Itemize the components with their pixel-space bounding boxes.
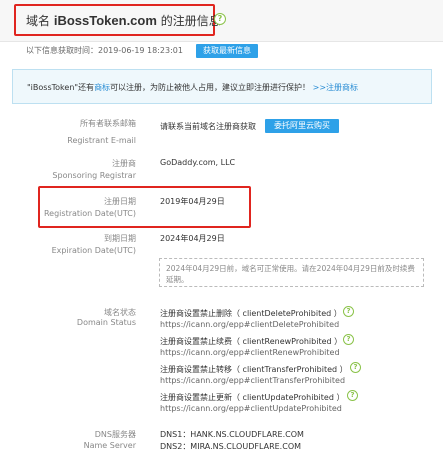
exp-date-value: 2024年04月29日 [160, 234, 225, 243]
status-item-url[interactable]: https://icann.org/epp#clientTransferProh… [160, 376, 345, 385]
email-value: 请联系当前域名注册商获取 [160, 122, 256, 131]
question-circle-icon[interactable]: ? [343, 334, 354, 345]
domain-name: iBossToken.com [53, 13, 157, 28]
question-circle-icon[interactable]: ? [347, 390, 358, 401]
registrar-label: 注册商 [112, 159, 136, 168]
status-item-url[interactable]: https://icann.org/epp#clientRenewProhibi… [160, 348, 340, 357]
page-title: 域名 iBossToken.com 的注册信息 [26, 12, 221, 29]
reg-date-label-en: Registration Date(UTC) [43, 209, 136, 218]
buy-via-aliyun-button[interactable]: 委托阿里云购买 [265, 119, 339, 133]
page-header: 域名 iBossToken.com 的注册信息 ? [0, 0, 443, 42]
question-circle-icon[interactable]: ? [350, 362, 361, 373]
status-item-url[interactable]: https://icann.org/epp#clientUpdateProhib… [160, 404, 342, 413]
status-item-title: 注册商设置禁止删除（ clientDeleteProhibited ） [160, 309, 342, 318]
status-item-title: 注册商设置禁止更新（ clientUpdateProhibited ） [160, 393, 345, 402]
registrar-value: GoDaddy.com, LLC [160, 158, 236, 167]
status-item-url[interactable]: https://icann.org/epp#clientDeleteProhib… [160, 320, 339, 329]
dns-server-1: DNS1：HANK.NS.CLOUDFLARE.COM [160, 430, 304, 439]
title-prefix: 域名 [26, 14, 51, 28]
register-trademark-link[interactable]: >>注册商标 [313, 83, 358, 92]
status-item-title: 注册商设置禁止转移（ clientTransferProhibited ） [160, 365, 348, 374]
status-label-en: Domain Status [76, 318, 136, 327]
email-label-en: Registrant E-mail [67, 136, 136, 145]
status-item-title: 注册商设置禁止续费（ clientRenewProhibited ） [160, 337, 343, 346]
notice-domain: "iBossToken" [27, 83, 79, 92]
question-circle-icon[interactable]: ? [214, 13, 226, 25]
title-suffix: 的注册信息 [160, 14, 221, 28]
exp-date-label-en: Expiration Date(UTC) [51, 246, 136, 255]
refresh-info-button[interactable]: 获取最新信息 [196, 44, 258, 58]
reg-date-highlight-box [38, 186, 251, 228]
expiration-note-line1: 2024年04月29日前，域名可正常使用。请在2024年04月29日前及时续费 [166, 264, 415, 273]
expiration-note: 2024年04月29日前，域名可正常使用。请在2024年04月29日前及时续费 … [159, 258, 424, 287]
reg-date-value: 2019年04月29日 [160, 197, 225, 206]
notice-text-1: 还有 [78, 83, 95, 92]
question-circle-icon[interactable]: ? [343, 306, 354, 317]
notice-text-2: 可以注册，为防止被他人占用，建议立即注册进行保护！ [110, 83, 311, 92]
dns-server-2: DNS2：MIRA.NS.CLOUDFLARE.COM [160, 442, 302, 451]
update-time-value: 2019-06-19 18:23:01 [98, 46, 183, 55]
reg-date-label: 注册日期 [104, 197, 136, 206]
update-time-row: 以下信息获取时间：2019-06-19 18:23:01 [26, 44, 183, 58]
trademark-link[interactable]: 商标 [94, 83, 110, 92]
dns-label: DNS服务器 [94, 430, 136, 439]
dns-label-en: Name Server [83, 441, 136, 450]
trademark-notice: "iBossToken"还有商标可以注册，为防止被他人占用，建议立即注册进行保护… [12, 69, 432, 104]
exp-date-label: 到期日期 [104, 234, 136, 243]
expiration-note-line2: 延期。 [166, 275, 189, 284]
email-label: 所有者联系邮箱 [80, 119, 136, 128]
status-label: 域名状态 [104, 308, 136, 317]
registrar-label-en: Sponsoring Registrar [52, 171, 136, 180]
update-time-label: 以下信息获取时间： [26, 46, 98, 55]
